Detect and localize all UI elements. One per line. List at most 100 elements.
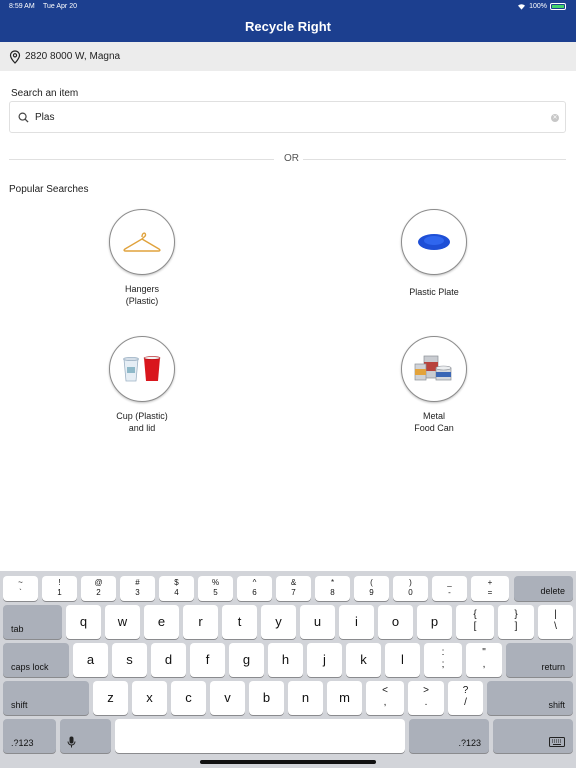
battery-icon (550, 3, 566, 10)
popular-item-circle (401, 209, 467, 275)
popular-item-label-line1: Hangers (124, 284, 160, 294)
popular-item-hangers[interactable]: Hangers (Plastic) (82, 209, 202, 307)
location-address: 2820 8000 W, Magna (25, 51, 121, 62)
key-2[interactable]: @2 (81, 576, 116, 601)
popular-item-label-line2: Food Can (414, 423, 454, 433)
wifi-icon (518, 4, 526, 10)
cup-icon (123, 356, 161, 382)
nav-bar: Recycle Right (0, 14, 576, 42)
key-8[interactable]: * 8 (315, 576, 350, 601)
key-9[interactable]: (9 (354, 576, 389, 601)
hide-keyboard-key[interactable] (493, 719, 573, 753)
keyboard: ~ ` ! 1 @2 #3 $4 % 5 ^ 6 & 7 * 8 (9 ) 0 _ - + = d… (0, 571, 576, 768)
dictation-key[interactable] (60, 719, 111, 753)
divider-line-left (9, 159, 274, 160)
delete-key[interactable]: delete (514, 576, 573, 601)
key-period[interactable]: >. (408, 681, 444, 715)
key-semicolon[interactable]: :; (424, 643, 462, 677)
microphone-icon (67, 736, 76, 748)
plate-icon (418, 234, 450, 250)
battery-percent: 100% (529, 3, 547, 10)
search-input[interactable]: Plas ✕ (9, 101, 566, 133)
status-right: 100% (517, 3, 566, 10)
return-key[interactable]: return (506, 643, 573, 677)
key-z[interactable]: z (93, 681, 128, 715)
key-bracket-right[interactable]: }] (498, 605, 534, 639)
search-icon (18, 112, 29, 123)
key-b[interactable]: b (249, 681, 284, 715)
popular-item-circle (109, 336, 175, 402)
shift-key-left[interactable]: shift (3, 681, 89, 715)
key-f[interactable]: f (190, 643, 225, 677)
key-y[interactable]: y (261, 605, 296, 639)
key-bracket-left[interactable]: {[ (456, 605, 494, 639)
key-3[interactable]: #3 (120, 576, 155, 601)
or-divider: OR (9, 152, 566, 168)
location-bar[interactable]: 2820 8000 W, Magna (0, 42, 576, 71)
key-0[interactable]: ) 0 (393, 576, 428, 601)
key-5[interactable]: % 5 (198, 576, 233, 601)
key-e[interactable]: e (144, 605, 179, 639)
popular-item-label-line1: Metal (422, 411, 445, 421)
popular-item-circle (109, 209, 175, 275)
key-backtick[interactable]: ~ ` (3, 576, 38, 601)
key-r[interactable]: r (183, 605, 218, 639)
key-j[interactable]: j (307, 643, 342, 677)
key-g[interactable]: g (229, 643, 264, 677)
key-k[interactable]: k (346, 643, 381, 677)
app-title: Recycle Right (245, 19, 331, 34)
key-o[interactable]: o (378, 605, 413, 639)
key-slash[interactable]: ? / (448, 681, 483, 715)
popular-item-metal-can[interactable]: Metal Food Can (374, 336, 494, 434)
key-backslash[interactable]: | \ (538, 605, 573, 639)
popular-item-plastic-plate[interactable]: Plastic Plate (374, 209, 494, 298)
key-a[interactable]: a (73, 643, 108, 677)
search-value: Plas (35, 112, 55, 123)
key-t[interactable]: t (222, 605, 257, 639)
popular-item-circle (401, 336, 467, 402)
keyboard-icon (549, 737, 565, 747)
divider-line-right (303, 159, 566, 160)
key-6[interactable]: ^ 6 (237, 576, 272, 601)
popular-item-label-line1: Plastic Plate (409, 287, 459, 297)
key-q[interactable]: q (66, 605, 101, 639)
key-7[interactable]: & 7 (276, 576, 311, 601)
key-w[interactable]: w (105, 605, 140, 639)
space-key[interactable] (115, 719, 405, 753)
key-d[interactable]: d (151, 643, 186, 677)
key-equals[interactable]: + = (471, 576, 509, 601)
numbers-key-left[interactable]: .?123 (3, 719, 56, 753)
status-date: Tue Apr 20 (43, 3, 77, 10)
key-n[interactable]: n (288, 681, 323, 715)
key-v[interactable]: v (210, 681, 245, 715)
popular-searches-title: Popular Searches (9, 184, 89, 195)
search-label: Search an item (11, 88, 79, 99)
status-time: 8:59 AM (9, 3, 35, 10)
popular-item-label-line2: and lid (128, 423, 156, 433)
tab-key[interactable]: tab (3, 605, 62, 639)
popular-item-label-line1: Cup (Plastic) (116, 411, 168, 421)
key-p[interactable]: p (417, 605, 452, 639)
key-m[interactable]: m (327, 681, 362, 715)
shift-key-right[interactable]: shift (487, 681, 573, 715)
popular-item-label-line2: (Plastic) (125, 296, 159, 306)
numbers-key-right[interactable]: .?123 (409, 719, 489, 753)
popular-item-cup[interactable]: Cup (Plastic) and lid (82, 336, 202, 434)
home-indicator[interactable] (200, 760, 376, 764)
caps-lock-key[interactable]: caps lock (3, 643, 69, 677)
key-u[interactable]: u (300, 605, 335, 639)
key-h[interactable]: h (268, 643, 303, 677)
key-comma[interactable]: <, (366, 681, 404, 715)
map-pin-icon (9, 49, 21, 64)
key-i[interactable]: i (339, 605, 374, 639)
key-s[interactable]: s (112, 643, 147, 677)
key-1[interactable]: ! 1 (42, 576, 77, 601)
food-can-icon (414, 355, 452, 381)
key-c[interactable]: c (171, 681, 206, 715)
key-l[interactable]: l (385, 643, 420, 677)
clear-icon[interactable]: ✕ (551, 114, 559, 122)
key-4[interactable]: $4 (159, 576, 194, 601)
key-quote[interactable]: ", (466, 643, 502, 677)
key-x[interactable]: x (132, 681, 167, 715)
key-minus[interactable]: _ - (432, 576, 467, 601)
